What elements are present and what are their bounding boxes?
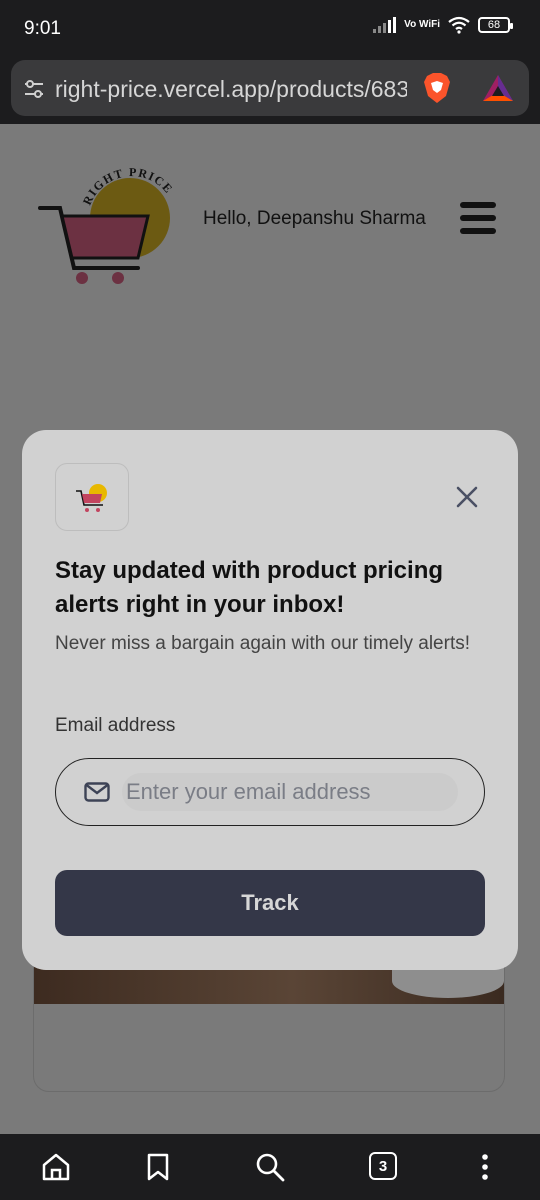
right-price-logo-small bbox=[76, 484, 107, 512]
track-button[interactable]: Track bbox=[55, 870, 485, 936]
tabs-button[interactable]: 3 bbox=[369, 1152, 399, 1182]
bat-rewards-icon[interactable] bbox=[481, 72, 515, 104]
modal-title: Stay updated with product pricing alerts… bbox=[55, 557, 444, 618]
battery-indicator: 68 bbox=[478, 17, 513, 33]
menu-icon[interactable] bbox=[460, 202, 496, 234]
more-options-icon[interactable] bbox=[470, 1152, 500, 1182]
brave-shields-icon[interactable] bbox=[419, 70, 455, 106]
url-text[interactable]: right-price.vercel.app/products/683 bbox=[55, 76, 407, 103]
signal-icon bbox=[373, 17, 397, 33]
mail-icon bbox=[84, 782, 110, 802]
email-field[interactable] bbox=[55, 758, 485, 826]
vowifi-label: Vo WiFi bbox=[404, 19, 440, 30]
browser-toolbar: right-price.vercel.app/products/683 bbox=[0, 56, 540, 124]
modal-logo bbox=[55, 463, 129, 531]
address-bar[interactable]: right-price.vercel.app/products/683 bbox=[11, 60, 529, 116]
search-icon[interactable] bbox=[255, 1152, 285, 1182]
status-icons: Vo WiFi 68 bbox=[373, 16, 513, 34]
close-icon[interactable] bbox=[454, 484, 480, 510]
home-icon[interactable] bbox=[41, 1152, 71, 1182]
email-label: Email address bbox=[55, 715, 176, 736]
bookmark-icon[interactable] bbox=[143, 1152, 173, 1182]
wifi-icon bbox=[448, 16, 470, 34]
status-time: 9:01 bbox=[24, 18, 61, 39]
status-bar: 9:01 Vo WiFi 68 bbox=[0, 0, 540, 56]
right-price-logo: RIGHT PRICE bbox=[38, 168, 175, 284]
user-greeting: Hello, Deepanshu Sharma bbox=[203, 208, 426, 229]
modal-subtitle: Never miss a bargain again with our time… bbox=[55, 633, 471, 654]
site-settings-icon[interactable] bbox=[23, 78, 45, 100]
price-alert-modal: Stay updated with product pricing alerts… bbox=[22, 430, 518, 970]
email-input[interactable] bbox=[122, 773, 458, 811]
browser-bottom-nav: 3 bbox=[0, 1134, 540, 1200]
tabs-count: 3 bbox=[369, 1152, 397, 1180]
